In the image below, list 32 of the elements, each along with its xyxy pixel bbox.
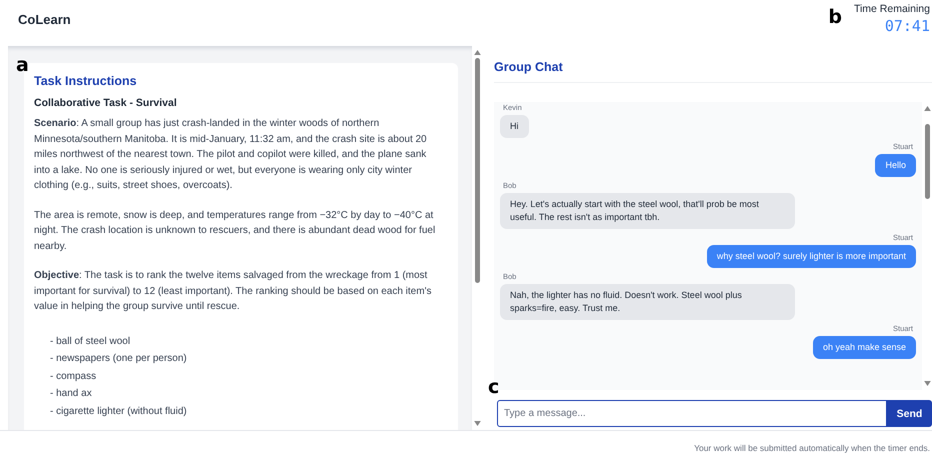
send-button[interactable]: Send <box>887 400 932 427</box>
item-list-entry: - compass <box>50 370 98 384</box>
scroll-up-icon[interactable] <box>924 106 930 111</box>
item-list-entry: - cigarette lighter (without fluid) <box>50 404 188 418</box>
item-list-entry: - newspapers (one per person) <box>50 352 188 366</box>
chat-message: Hello <box>875 154 916 177</box>
app-title: CoLearn <box>18 12 71 27</box>
instruction-paragraph: Objective: The task is to rank the twelve items salvaged from the wreckage from 1 (most important for survival) to 12 (least important). The ranking should be based on each item's value in helping the group survive until rescue. <box>34 269 432 314</box>
message-input[interactable]: Type a message... <box>497 400 887 427</box>
scrollbar-thumb[interactable] <box>924 124 930 199</box>
chat-message: oh yeah make sense <box>812 336 916 359</box>
instructions-heading: Task Instructions <box>34 74 138 88</box>
item-list-entry: - ball of steel wool <box>50 334 132 348</box>
chat-message: Hey. Let's actually start with the steel wool, that'll prob be most useful. The rest isn't as important tbh. <box>500 193 795 229</box>
item-list-entry: - hand ax <box>50 387 93 401</box>
chat-heading: Group Chat <box>494 60 932 83</box>
instruction-paragraph: The area is remote, snow is deep, and temperatures range from −32°C by day to −40°C at night. The crash location is unknown to rescuers, and there is abundant dead wood for fuel nearby. <box>34 208 436 254</box>
timer-value: 07:41 <box>884 17 930 35</box>
task-subheading: Collaborative Task - Survival <box>34 97 178 109</box>
scrollbar-thumb[interactable] <box>474 58 480 284</box>
footer-note: Your work will be submitted automatically when the timer ends. <box>694 443 930 453</box>
timer-label: Time Remaining <box>854 3 930 15</box>
instruction-paragraph: Scenario: A small group has just crash-landed in the winter woods of northern Minnesota/southern Manitoba. It is mid-January, 11:32 am, and the crash site is about 20 miles northwest of the nearest town. The pilot and copilot were killed, and the plane sank into a lake. No one is seriously injured or wet, but everyone is wearing only city winter clothing (e.g., suits, street shoes, overcoats). <box>34 117 428 193</box>
scroll-down-icon[interactable] <box>474 421 480 426</box>
chat-message: why steel wool? surely lighter is more important <box>706 245 916 268</box>
annotation-label: b <box>828 8 842 27</box>
chat-message: Hi <box>500 115 528 138</box>
annotation-label: c <box>488 378 500 397</box>
annotation-label: a <box>16 56 29 75</box>
scroll-up-icon[interactable] <box>474 50 480 55</box>
chat-message: Nah, the lighter has no fluid. Doesn't work. Steel wool plus sparks=fire, easy. Trust me. <box>500 284 795 320</box>
scroll-down-icon[interactable] <box>924 381 930 386</box>
